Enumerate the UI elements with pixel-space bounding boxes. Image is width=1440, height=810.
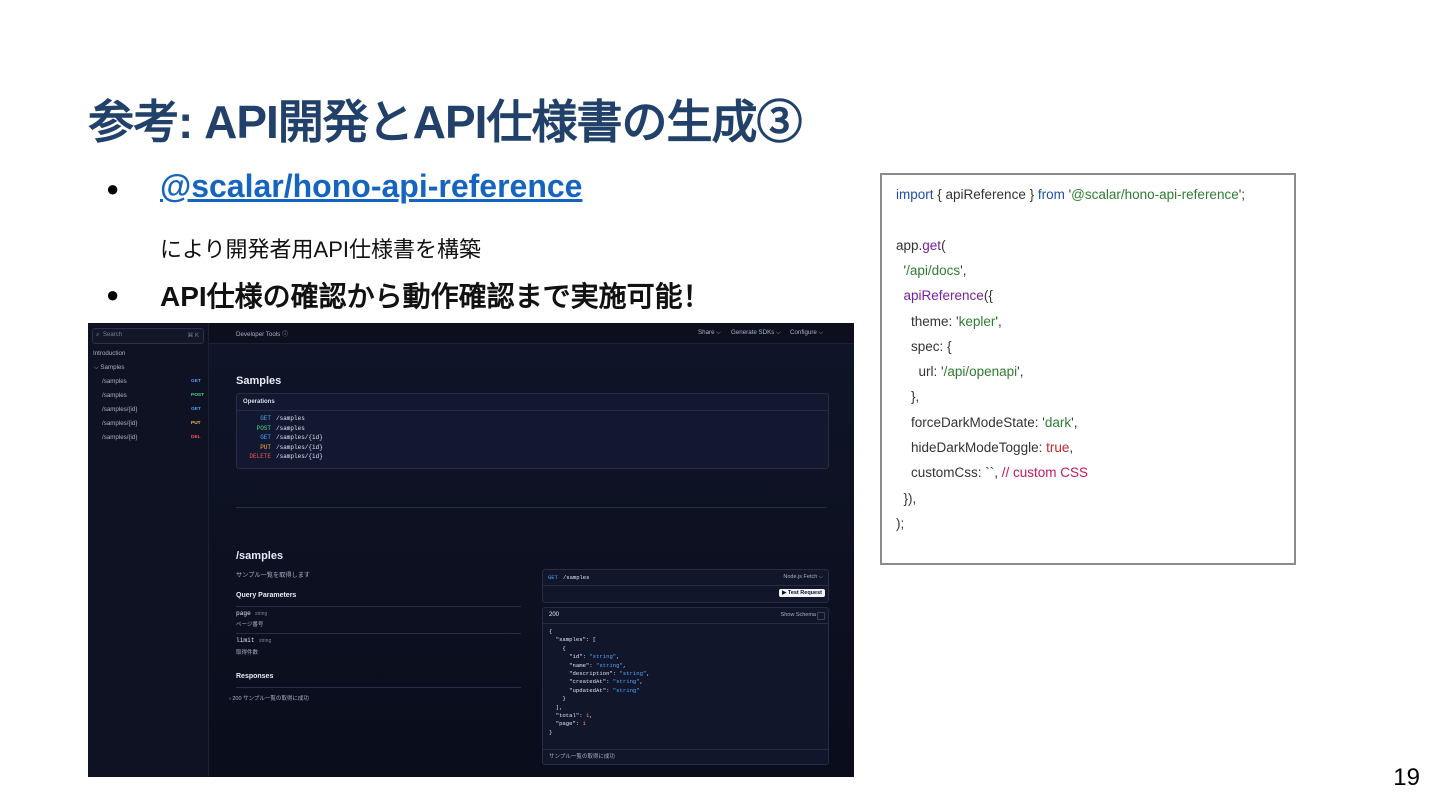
operation-path: /samples/{id}: [276, 434, 323, 441]
request-panel: GET /samples Node.js Fetch ⌵ ▶ Test Requ…: [542, 569, 829, 603]
client-select[interactable]: Node.js Fetch ⌵: [783, 574, 823, 581]
scalar-package-link[interactable]: @scalar/hono-api-reference: [160, 168, 582, 205]
operation-method: PUT: [260, 443, 271, 451]
code-line: forceDarkModeState: 'dark',: [896, 414, 1078, 430]
show-schema-checkbox[interactable]: [817, 612, 825, 620]
code-line: apiReference({: [903, 288, 993, 304]
operation-row[interactable]: GET/samples: [237, 415, 437, 424]
topbar: Developer Tools ⓘ Share ⌵ Generate SDKs …: [209, 323, 854, 344]
test-request-button[interactable]: ▶ Test Request: [779, 589, 825, 597]
request-method: GET: [548, 574, 558, 581]
sidebar-item[interactable]: /samples/{id}: [102, 434, 137, 441]
operation-path: /samples: [276, 424, 305, 432]
configure-button[interactable]: Configure ⌵: [790, 329, 823, 337]
sidebar-item[interactable]: /samples/{id}: [102, 420, 137, 427]
code-line: '/api/docs',: [896, 262, 967, 278]
response-panel: 200 Show Schema { "samples": [ { "id": "…: [542, 607, 829, 765]
code-line: },: [896, 389, 920, 405]
operation-method: GET: [260, 415, 271, 422]
divider: [236, 687, 521, 688]
operation-row[interactable]: DELETE/samples/{id}: [237, 453, 437, 462]
response-footer: サンプル一覧の取得に成功: [549, 754, 615, 760]
divider: [236, 633, 521, 634]
param-name: page: [236, 610, 251, 617]
bullet-feature: API仕様の確認から動作確認まで実施可能！: [160, 281, 711, 312]
search-placeholder: Search: [103, 332, 123, 338]
developer-tools-button[interactable]: Developer Tools ⓘ: [236, 329, 288, 338]
show-schema-toggle[interactable]: Show Schema: [781, 612, 816, 618]
sidebar-item-introduction[interactable]: Introduction: [93, 350, 125, 357]
operation-path: /samples/{id}: [276, 453, 323, 460]
divider: [236, 507, 827, 508]
code-line: hideDarkModeToggle: true,: [896, 440, 1074, 455]
bullet-subtext: により開発者用API仕様書を構築: [160, 237, 482, 262]
code-line: theme: 'kepler',: [896, 313, 1002, 329]
divider: [236, 606, 521, 607]
response-json: { "samples": [ { "id": "string", "name":…: [549, 628, 650, 736]
operation-row[interactable]: POST/samples: [237, 425, 437, 434]
sidebar-item[interactable]: /samples/{id}: [102, 406, 137, 413]
sidebar-group-samples[interactable]: ⌵ Samples: [94, 364, 125, 372]
code-line: customCss: ``, // custom CSS: [896, 465, 1089, 481]
sidebar-item[interactable]: /samples: [102, 392, 127, 399]
responses-label: Responses: [236, 673, 274, 680]
page-number: 19: [1393, 764, 1420, 791]
api-reference-screenshot: ⌕ Search ⌘ K Introduction ⌵ Samples /sam…: [88, 323, 854, 777]
param-type: string: [255, 611, 268, 617]
endpoint-description: サンプル一覧を取得します: [236, 572, 311, 579]
share-button[interactable]: Share ⌵: [698, 329, 721, 337]
generate-sdks-button[interactable]: Generate SDKs ⌵: [731, 329, 781, 337]
slide-title: 参考: API開発とAPI仕様書の生成③: [88, 96, 802, 148]
main-content: Samples Operations GET/samples POST/sampl…: [209, 344, 854, 777]
query-params-label: Query Parameters: [236, 592, 297, 599]
sidebar: ⌕ Search ⌘ K Introduction ⌵ Samples /sam…: [88, 323, 209, 777]
operation-path: /samples: [276, 415, 305, 422]
method-badge: PUT: [191, 421, 201, 426]
sidebar-group-label: Samples: [100, 364, 125, 371]
code-line: );: [896, 515, 905, 531]
operation-row[interactable]: PUT/samples/{id}: [237, 444, 437, 453]
operation-method: DELETE: [249, 453, 271, 460]
endpoint-title: /samples: [236, 550, 284, 562]
method-badge: GET: [191, 379, 201, 384]
operation-path: /samples/{id}: [276, 443, 323, 451]
operation-row[interactable]: GET/samples/{id}: [237, 434, 437, 443]
param-type: string: [259, 638, 272, 644]
param-name: limit: [236, 637, 255, 644]
response-row[interactable]: › 200 サンプル一覧の取得に成功: [229, 694, 309, 702]
code-line: import { apiReference } from '@scalar/ho…: [896, 187, 1246, 202]
param-description: 取得件数: [236, 650, 259, 656]
code-snippet: import { apiReference } from '@scalar/ho…: [880, 173, 1296, 565]
code-line: spec: {: [896, 338, 952, 354]
operation-method: POST: [256, 424, 271, 432]
code-line: }),: [896, 490, 917, 506]
method-badge: DEL: [191, 435, 201, 440]
operations-label: Operations: [243, 399, 275, 405]
request-path: /samples: [563, 574, 590, 581]
search-shortcut: ⌘ K: [187, 333, 199, 339]
sidebar-item[interactable]: /samples: [102, 378, 127, 385]
search-input[interactable]: ⌕ Search ⌘ K: [92, 328, 204, 344]
section-title: Samples: [236, 375, 282, 387]
method-badge: GET: [191, 407, 201, 412]
code-line: url: '/api/openapi',: [896, 364, 1024, 380]
tab-200[interactable]: 200: [549, 612, 559, 618]
param-description: ページ番号: [236, 622, 264, 628]
method-badge: POST: [191, 393, 205, 398]
code-line: app.get(: [896, 237, 946, 253]
bullet-dot: ●: [106, 282, 120, 307]
operation-method: GET: [260, 434, 271, 441]
bullet-dot: ●: [106, 176, 120, 201]
search-icon: ⌕: [96, 332, 100, 338]
operations-panel: Operations GET/samples POST/samples GET/sa…: [236, 393, 829, 469]
